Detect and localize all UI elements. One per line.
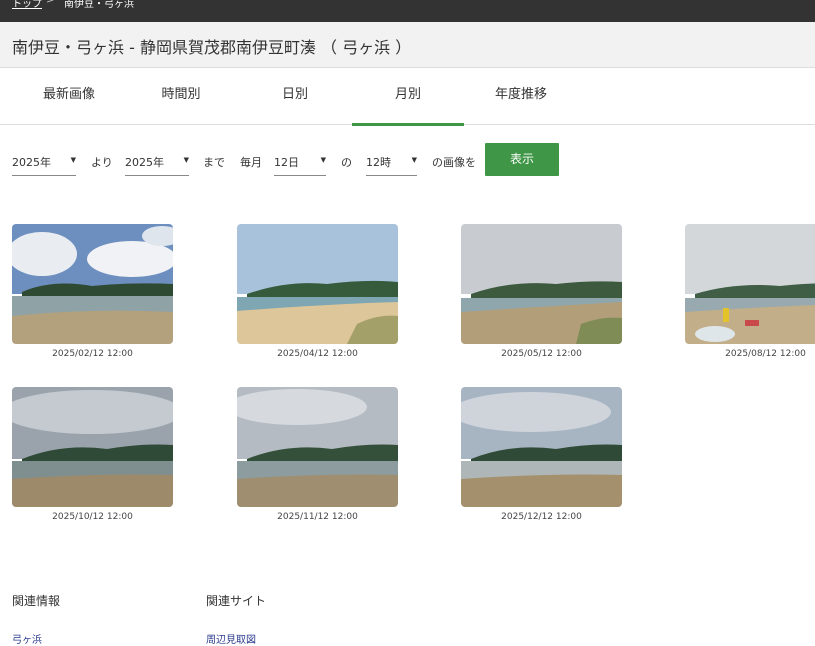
from-label: より <box>91 156 113 169</box>
image-caption: 2025/02/12 12:00 <box>52 349 133 359</box>
tab-hourly[interactable]: 時間別 <box>126 68 236 124</box>
to-label: まで <box>203 156 225 169</box>
image-caption: 2025/04/12 12:00 <box>277 349 358 359</box>
hour-select[interactable]: 12時 ▼ <box>366 147 417 176</box>
from-year-select[interactable]: 2025年 ▼ <box>12 147 76 176</box>
breadcrumb-separator: > <box>46 0 55 6</box>
tab-bar: 最新画像 時間別 日別 月別 年度推移 <box>0 68 815 126</box>
related-sites-link[interactable]: 周辺見取図 <box>206 631 256 646</box>
beach-image[interactable] <box>685 224 815 344</box>
chevron-down-icon: ▼ <box>183 156 189 164</box>
image-caption: 2025/12/12 12:00 <box>501 512 582 522</box>
hour-value: 12時 <box>366 156 391 169</box>
chevron-down-icon: ▼ <box>320 156 326 164</box>
show-button[interactable]: 表示 <box>485 143 559 176</box>
beach-image[interactable] <box>237 387 398 507</box>
tab-monthly[interactable]: 月別 <box>352 68 464 126</box>
beach-image[interactable] <box>12 387 173 507</box>
beach-photo-may <box>461 224 622 344</box>
day-value: 12日 <box>274 156 299 169</box>
related-info-link[interactable]: 弓ヶ浜 <box>12 631 42 646</box>
page-title: 南伊豆・弓ヶ浜 - 静岡県賀茂郡南伊豆町湊 （ 弓ヶ浜 ） <box>12 38 412 57</box>
breadcrumb-current: 南伊豆・弓ヶ浜 <box>64 0 134 10</box>
image-caption: 2025/11/12 12:00 <box>277 512 358 522</box>
related-sites-heading: 関連サイト <box>206 594 267 608</box>
every-month-label: 毎月 <box>240 156 262 169</box>
tab-daily[interactable]: 日別 <box>240 68 350 124</box>
chevron-down-icon: ▼ <box>411 156 417 164</box>
breadcrumb: トップ > 南伊豆・弓ヶ浜 <box>0 0 815 22</box>
chevron-down-icon: ▼ <box>70 156 76 164</box>
suffix-label: の画像を <box>432 156 476 169</box>
related-info-heading: 関連情報 <box>12 594 61 608</box>
beach-photo-aug <box>685 224 815 344</box>
of-label: の <box>341 156 352 169</box>
image-caption: 2025/05/12 12:00 <box>501 349 582 359</box>
tab-yearly[interactable]: 年度推移 <box>466 68 576 124</box>
image-caption: 2025/08/12 12:00 <box>725 349 806 359</box>
beach-photo-dec <box>461 387 622 507</box>
title-bar: 南伊豆・弓ヶ浜 - 静岡県賀茂郡南伊豆町湊 （ 弓ヶ浜 ） <box>0 22 815 68</box>
beach-photo-nov <box>237 387 398 507</box>
tab-latest[interactable]: 最新画像 <box>14 68 124 124</box>
filter-form: 2025年 ▼ より 2025年 ▼ まで 毎月 12日 ▼ の 12時 ▼ の… <box>0 140 815 180</box>
image-caption: 2025/10/12 12:00 <box>52 512 133 522</box>
from-year-value: 2025年 <box>12 156 51 169</box>
beach-photo-apr <box>237 224 398 344</box>
beach-photo-oct <box>12 387 173 507</box>
to-year-value: 2025年 <box>125 156 164 169</box>
day-select[interactable]: 12日 ▼ <box>274 147 326 176</box>
beach-image[interactable] <box>237 224 398 344</box>
to-year-select[interactable]: 2025年 ▼ <box>125 147 189 176</box>
beach-photo-feb <box>12 224 173 344</box>
beach-image[interactable] <box>12 224 173 344</box>
beach-image[interactable] <box>461 387 622 507</box>
beach-image[interactable] <box>461 224 622 344</box>
breadcrumb-home-link[interactable]: トップ <box>12 0 42 10</box>
